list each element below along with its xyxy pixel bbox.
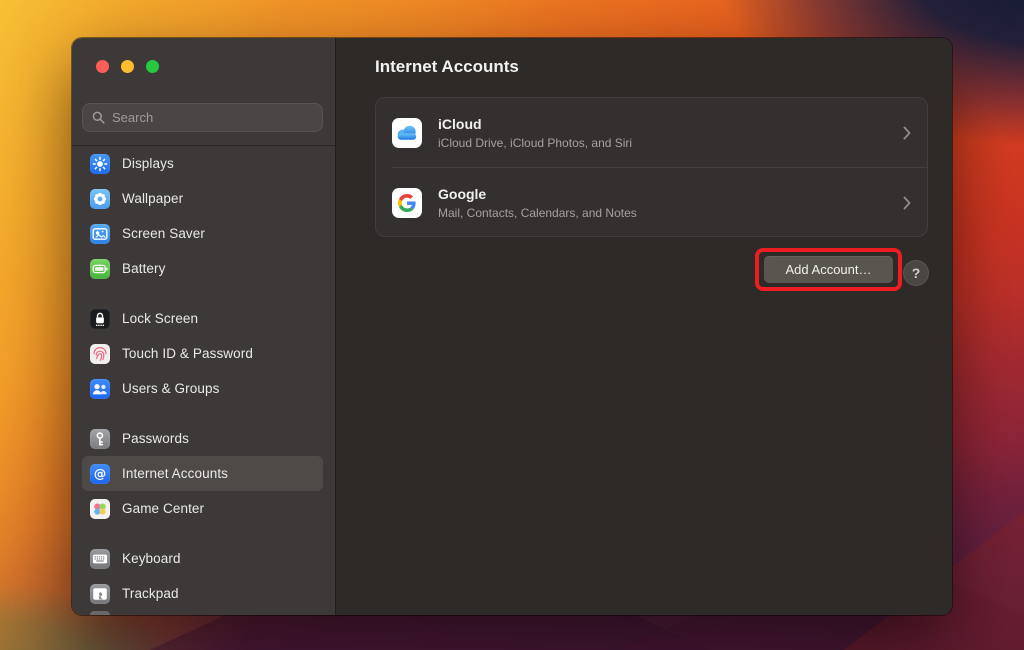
nav-group-security: Lock Screen Touch ID & Password Users & … [82, 301, 323, 406]
sidebar-item-label: Lock Screen [122, 311, 199, 326]
sidebar-item-label: Users & Groups [122, 381, 220, 396]
search-icon [92, 111, 105, 124]
close-button[interactable] [96, 60, 109, 73]
minimize-button[interactable] [121, 60, 134, 73]
chevron-right-icon [903, 126, 911, 140]
sidebar-item-trackpad[interactable]: Trackpad [82, 576, 323, 611]
screen-saver-icon [90, 223, 110, 244]
sidebar-item-game-center[interactable]: Game Center [82, 491, 323, 526]
account-name: iCloud [438, 115, 482, 132]
sidebar-item-battery[interactable]: Battery [82, 251, 323, 286]
sidebar-item-keyboard[interactable]: Keyboard [82, 541, 323, 576]
battery-icon [90, 258, 110, 279]
add-account-button[interactable]: Add Account… [764, 256, 893, 283]
account-description: Mail, Contacts, Calendars, and Notes [438, 205, 637, 220]
traffic-lights [96, 60, 159, 73]
sidebar-item-touch-id[interactable]: Touch ID & Password [82, 336, 323, 371]
partial-sidebar-icon [90, 611, 110, 615]
account-row-icloud[interactable]: iCloud iCloud Drive, iCloud Photos, and … [376, 98, 927, 167]
nav-group-accounts: Passwords @ Internet Accounts Game Cente… [82, 421, 323, 526]
key-icon [90, 428, 110, 449]
account-name: Google [438, 185, 487, 202]
sidebar-item-displays[interactable]: Displays [82, 146, 323, 181]
sidebar-item-label: Trackpad [122, 586, 179, 601]
icloud-icon [392, 117, 422, 148]
search-input[interactable] [112, 110, 313, 125]
search-field[interactable] [82, 103, 323, 132]
zoom-button[interactable] [146, 60, 159, 73]
sidebar: Displays Wallpaper Screen Saver [72, 38, 336, 615]
help-button[interactable]: ? [903, 260, 929, 286]
account-description: iCloud Drive, iCloud Photos, and Siri [438, 135, 633, 150]
users-icon [90, 378, 110, 399]
wallpaper-icon [90, 188, 110, 209]
sidebar-item-label: Internet Accounts [122, 466, 229, 481]
sidebar-item-lock-screen[interactable]: Lock Screen [82, 301, 323, 336]
displays-icon [90, 153, 110, 174]
sidebar-item-wallpaper[interactable]: Wallpaper [82, 181, 323, 216]
page-title: Internet Accounts [375, 57, 519, 76]
sidebar-item-label: Keyboard [122, 551, 181, 566]
system-settings-window: Displays Wallpaper Screen Saver [72, 38, 952, 615]
account-row-google[interactable]: Google Mail, Contacts, Calendars, and No… [376, 168, 927, 236]
account-text: iCloud iCloud Drive, iCloud Photos, and … [438, 116, 632, 150]
sidebar-item-label: Touch ID & Password [122, 346, 253, 361]
keyboard-icon [90, 548, 110, 569]
sidebar-item-label: Passwords [122, 431, 189, 446]
google-icon [392, 187, 422, 218]
annotation-highlight-box: Add Account… [755, 248, 902, 291]
sidebar-item-screen-saver[interactable]: Screen Saver [82, 216, 323, 251]
sidebar-nav: Displays Wallpaper Screen Saver Battery … [82, 146, 323, 615]
trackpad-icon [90, 583, 110, 604]
at-sign-icon: @ [90, 463, 110, 484]
chevron-right-icon [903, 196, 911, 210]
fingerprint-icon [90, 343, 110, 364]
sidebar-item-users-groups[interactable]: Users & Groups [82, 371, 323, 406]
sidebar-item-label: Game Center [122, 501, 205, 516]
game-center-icon [90, 498, 110, 519]
sidebar-item-passwords[interactable]: Passwords [82, 421, 323, 456]
sidebar-item-internet-accounts[interactable]: @ Internet Accounts [82, 456, 323, 491]
lock-icon [90, 308, 110, 329]
nav-group-display: Displays Wallpaper Screen Saver Battery [82, 146, 323, 286]
accounts-card: iCloud iCloud Drive, iCloud Photos, and … [375, 97, 928, 237]
account-text: Google Mail, Contacts, Calendars, and No… [438, 186, 637, 220]
internet-accounts-pane: Internet Accounts iCloud iCloud Drive, i… [336, 38, 952, 615]
desktop: { "window": { "traffic_lights": { "close… [0, 0, 1024, 650]
sidebar-item-label: Screen Saver [122, 226, 205, 241]
sidebar-item-label: Displays [122, 156, 174, 171]
svg-text:@: @ [94, 466, 107, 481]
nav-group-input: Keyboard Trackpad [82, 541, 323, 611]
sidebar-item-label: Wallpaper [122, 191, 184, 206]
sidebar-item-label: Battery [122, 261, 166, 276]
